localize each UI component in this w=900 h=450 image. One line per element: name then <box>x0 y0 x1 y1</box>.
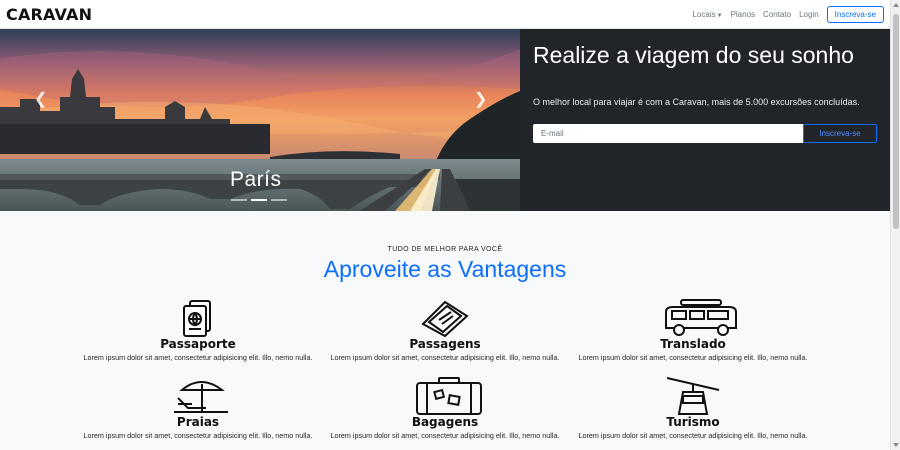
hero-signup-button[interactable]: Inscreva-se <box>803 124 877 143</box>
passport-icon <box>166 298 230 338</box>
scrollbar[interactable] <box>890 0 900 450</box>
brand-logo[interactable]: CARAVAN <box>6 5 92 24</box>
section-title: Aproveite as Vantagens <box>323 256 567 282</box>
feature-translado: Translado Lorem ipsum dolor sit amet, co… <box>578 298 808 363</box>
hero-panel: Realize a viagem do seu sonho O melhor l… <box>520 29 890 211</box>
chevron-right-icon[interactable]: ❯ <box>474 89 487 109</box>
feature-title: Passagens <box>409 337 481 351</box>
feature-bagagens: Bagagens Lorem ipsum dolor sit amet, con… <box>330 376 560 441</box>
feature-text: Lorem ipsum dolor sit amet, consectetur … <box>83 353 313 362</box>
feature-text: Lorem ipsum dolor sit amet, consectetur … <box>578 431 808 440</box>
section-eyebrow: TUDO DE MELHOR PARA VOCÊ <box>387 246 503 253</box>
carousel-indicators <box>231 199 287 201</box>
feature-title: Bagagens <box>411 415 479 429</box>
beach-umbrella-icon <box>166 376 230 416</box>
hero-subtitle: O melhor local para viajar é com a Carav… <box>533 97 860 107</box>
chevron-left-icon[interactable]: ❮ <box>34 89 47 109</box>
ticket-icon <box>413 298 477 338</box>
nav-links: Locais▼ Planos Contato Login Inscreva-se <box>692 6 884 23</box>
nav-link-locais[interactable]: Locais▼ <box>692 10 722 19</box>
feature-text: Lorem ipsum dolor sit amet, consectetur … <box>578 353 808 362</box>
nav-link-contato[interactable]: Contato <box>763 10 791 19</box>
carousel: ❮ ❯ París <box>0 29 520 211</box>
feature-turismo: Turismo Lorem ipsum dolor sit amet, cons… <box>578 376 808 441</box>
feature-title: Passaporte <box>160 337 236 351</box>
feature-text: Lorem ipsum dolor sit amet, consectetur … <box>330 431 560 440</box>
email-input[interactable] <box>533 124 803 143</box>
signup-button[interactable]: Inscreva-se <box>826 6 884 23</box>
chevron-down-icon: ▼ <box>716 13 723 19</box>
hero-title: Realize a viagem do seu sonho <box>533 42 854 68</box>
carousel-indicator[interactable] <box>231 199 247 201</box>
feature-passaporte: Passaporte Lorem ipsum dolor sit amet, c… <box>83 298 313 363</box>
feature-title: Turismo <box>666 415 720 429</box>
van-icon <box>661 298 737 338</box>
nav-link-locais-label: Locais <box>692 10 716 19</box>
luggage-icon <box>413 376 482 416</box>
navbar: CARAVAN Locais▼ Planos Contato Login Ins… <box>0 0 890 29</box>
carousel-indicator[interactable] <box>271 199 287 201</box>
feature-passagens: Passagens Lorem ipsum dolor sit amet, co… <box>330 298 560 363</box>
feature-text: Lorem ipsum dolor sit amet, consectetur … <box>330 353 560 362</box>
scrollbar-thumb[interactable] <box>893 14 899 229</box>
feature-title: Praias <box>176 415 220 429</box>
carousel-indicator-active[interactable] <box>251 199 267 201</box>
feature-text: Lorem ipsum dolor sit amet, consectetur … <box>83 431 313 440</box>
cable-car-icon <box>661 376 725 416</box>
scroll-up-arrow-icon[interactable] <box>893 3 899 7</box>
nav-link-planos[interactable]: Planos <box>731 10 755 19</box>
feature-title: Translado <box>660 337 726 351</box>
feature-praias: Praias Lorem ipsum dolor sit amet, conse… <box>83 376 313 441</box>
carousel-caption: París <box>230 168 282 191</box>
scroll-down-arrow-icon[interactable] <box>893 443 899 447</box>
nav-link-login[interactable]: Login <box>799 10 819 19</box>
